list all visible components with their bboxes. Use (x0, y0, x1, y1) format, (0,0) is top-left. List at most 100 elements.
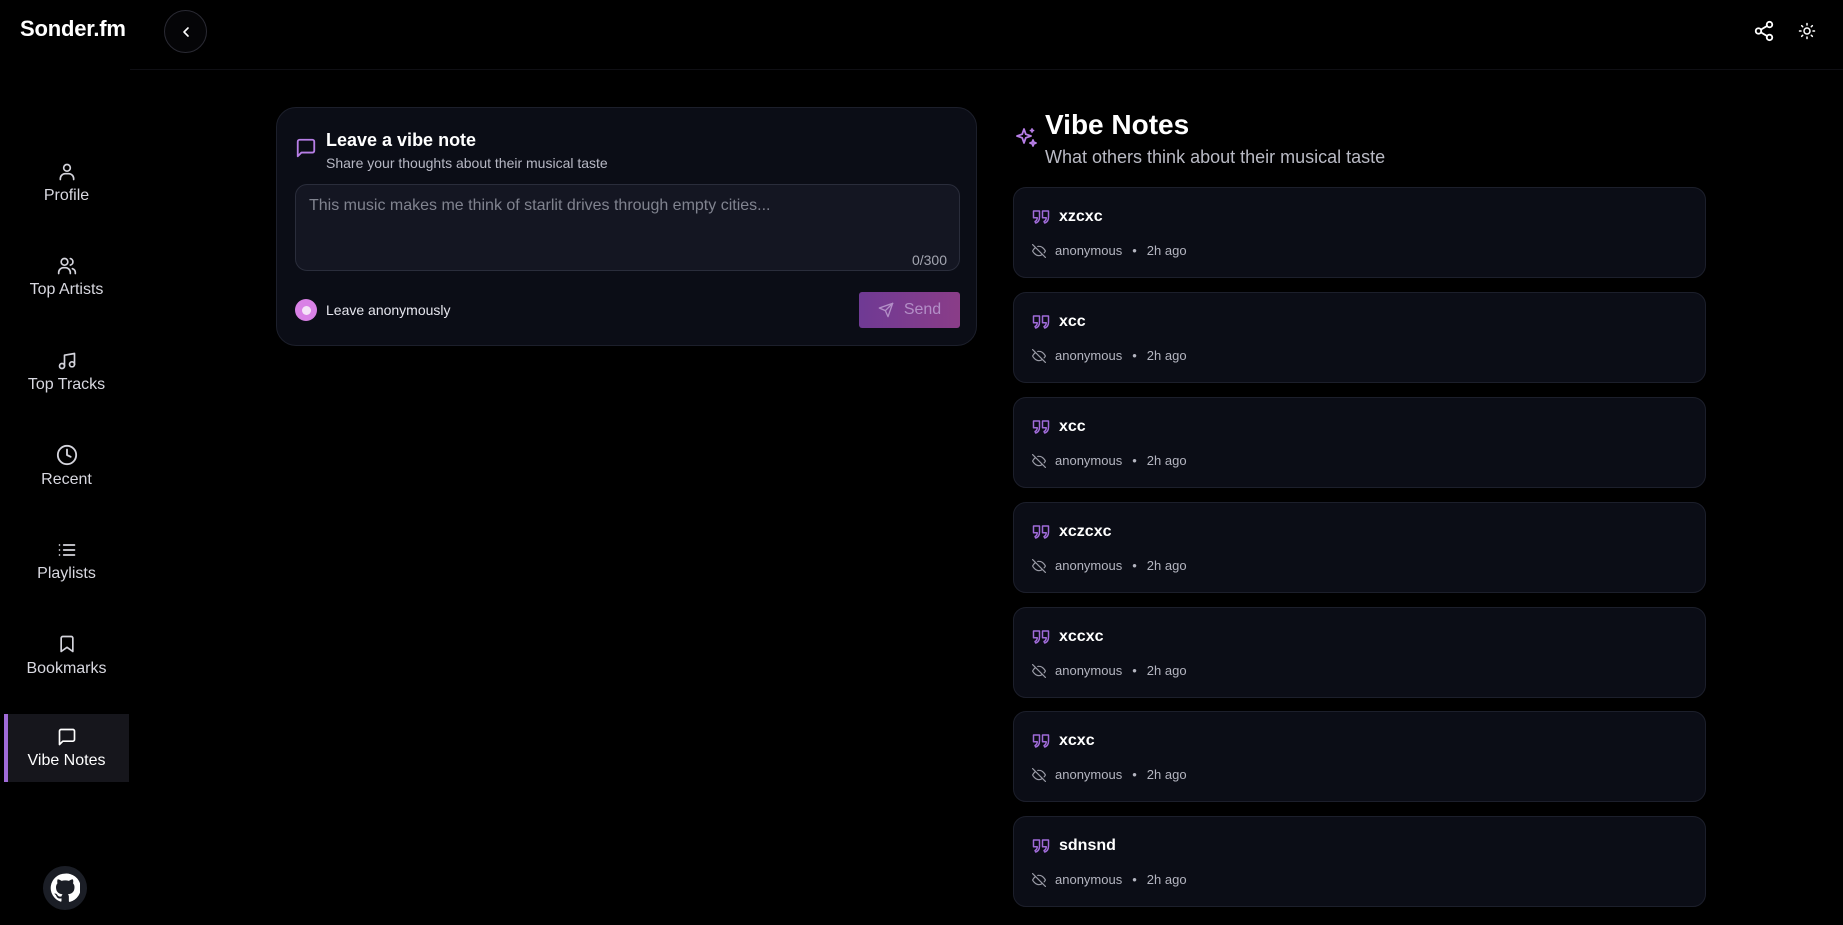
clock-icon (56, 444, 77, 465)
compose-card: Leave a vibe note Share your thoughts ab… (276, 107, 977, 346)
quote-icon (1032, 420, 1050, 434)
note-time: 2h ago (1146, 558, 1187, 573)
note-time: 2h ago (1146, 767, 1187, 782)
vibe-note-card: xzcxc anonymous • 2h ago (1013, 187, 1706, 278)
message-square-icon (58, 728, 75, 745)
vibe-note-card: xczcxc anonymous • 2h ago (1013, 502, 1706, 593)
sidebar-item-label: Vibe Notes (27, 751, 106, 769)
notes-subtitle: What others think about their musical ta… (1045, 147, 1386, 167)
note-text: xccxc (1059, 628, 1104, 645)
notes-title: Vibe Notes (1045, 109, 1190, 140)
music-note-icon (58, 352, 75, 369)
note-meta: anonymous • 2h ago (1055, 348, 1187, 363)
note-author: anonymous (1055, 663, 1123, 678)
eye-off-icon (1032, 664, 1046, 678)
app-root: Sonder.fm Profile Top Artists Top Tracks… (0, 0, 1843, 925)
meta-separator: • (1132, 348, 1137, 363)
vibe-note-input[interactable] (296, 185, 959, 270)
sidebar-item-label: Bookmarks (26, 659, 107, 677)
note-meta: anonymous • 2h ago (1055, 663, 1187, 678)
note-author: anonymous (1055, 348, 1123, 363)
sidebar-item-profile[interactable]: Profile (4, 149, 129, 217)
note-text: xzcxc (1059, 208, 1103, 225)
quote-icon (1032, 315, 1050, 329)
theme-toggle-button[interactable] (1794, 18, 1820, 44)
list-icon (58, 543, 75, 556)
note-meta: anonymous • 2h ago (1055, 453, 1187, 468)
note-time: 2h ago (1146, 453, 1187, 468)
top-bar-divider (130, 69, 1843, 70)
meta-separator: • (1132, 663, 1137, 678)
meta-separator: • (1132, 767, 1137, 782)
character-counter: 0/300 (911, 252, 947, 268)
quote-icon (1032, 630, 1050, 644)
note-text: xcc (1059, 418, 1086, 435)
note-text: xcc (1059, 313, 1086, 330)
share-button[interactable] (1751, 18, 1777, 44)
note-text: xczcxc (1059, 523, 1112, 540)
eye-off-icon (1032, 454, 1046, 468)
user-icon (59, 163, 74, 180)
chevron-left-icon (182, 26, 189, 37)
users-icon (57, 257, 76, 274)
note-author: anonymous (1055, 558, 1123, 573)
note-text: xcxc (1059, 732, 1095, 749)
sidebar-item-playlists[interactable]: Playlists (4, 527, 129, 595)
sidebar-item-label: Top Tracks (27, 375, 106, 393)
meta-separator: • (1132, 243, 1137, 258)
eye-off-icon (1032, 244, 1046, 258)
sidebar-item-label: Recent (41, 470, 92, 488)
quote-icon (1032, 839, 1050, 853)
compose-subtitle: Share your thoughts about their musical … (326, 155, 608, 171)
note-time: 2h ago (1146, 663, 1187, 678)
note-author: anonymous (1055, 872, 1123, 887)
sidebar-item-label: Profile (43, 186, 90, 204)
note-time: 2h ago (1146, 348, 1187, 363)
top-bar: Sonder.fm (0, 0, 1843, 70)
vibe-note-card: sdnsnd anonymous • 2h ago (1013, 816, 1706, 907)
anonymous-toggle[interactable] (295, 299, 317, 321)
vibe-note-card: xccxc anonymous • 2h ago (1013, 607, 1706, 698)
sidebar-item-top-tracks[interactable]: Top Tracks (4, 338, 129, 406)
brand-logo[interactable]: Sonder.fm (20, 16, 126, 42)
quote-icon (1032, 210, 1050, 224)
sidebar-item-recent[interactable]: Recent (4, 432, 129, 500)
note-input-box: 0/300 (295, 184, 960, 271)
sidebar-item-vibe-notes[interactable]: Vibe Notes (4, 714, 129, 782)
share-icon (1754, 20, 1774, 42)
vibe-note-card: xcc anonymous • 2h ago (1013, 397, 1706, 488)
compose-title: Leave a vibe note (326, 130, 477, 150)
sidebar-item-label: Playlists (37, 564, 96, 582)
vibe-note-card: xcc anonymous • 2h ago (1013, 292, 1706, 383)
github-link[interactable] (43, 866, 87, 910)
note-meta: anonymous • 2h ago (1055, 558, 1187, 573)
sidebar-item-top-artists[interactable]: Top Artists (4, 243, 129, 311)
meta-separator: • (1132, 558, 1137, 573)
sparkles-icon (1016, 128, 1037, 147)
quote-icon (1032, 525, 1050, 539)
sidebar-item-bookmarks[interactable]: Bookmarks (4, 621, 129, 689)
note-author: anonymous (1055, 243, 1123, 258)
anonymous-label[interactable]: Leave anonymously (326, 302, 451, 318)
back-button[interactable] (164, 10, 207, 53)
sidebar-item-label: Top Artists (29, 280, 104, 298)
vibe-note-card: xcxc anonymous • 2h ago (1013, 711, 1706, 802)
message-square-icon (296, 138, 316, 158)
note-time: 2h ago (1146, 243, 1187, 258)
sun-icon (1798, 22, 1816, 40)
meta-separator: • (1132, 453, 1137, 468)
eye-off-icon (1032, 873, 1046, 887)
github-icon (50, 873, 80, 902)
toggle-dot (301, 305, 311, 315)
sidebar: Profile Top Artists Top Tracks Recent Pl… (0, 70, 130, 925)
quote-icon (1032, 734, 1050, 748)
send-button[interactable]: Send (859, 292, 960, 328)
send-icon (878, 302, 894, 318)
eye-off-icon (1032, 768, 1046, 782)
note-author: anonymous (1055, 453, 1123, 468)
note-meta: anonymous • 2h ago (1055, 872, 1187, 887)
note-time: 2h ago (1146, 872, 1187, 887)
note-meta: anonymous • 2h ago (1055, 243, 1187, 258)
eye-off-icon (1032, 559, 1046, 573)
meta-separator: • (1132, 872, 1137, 887)
